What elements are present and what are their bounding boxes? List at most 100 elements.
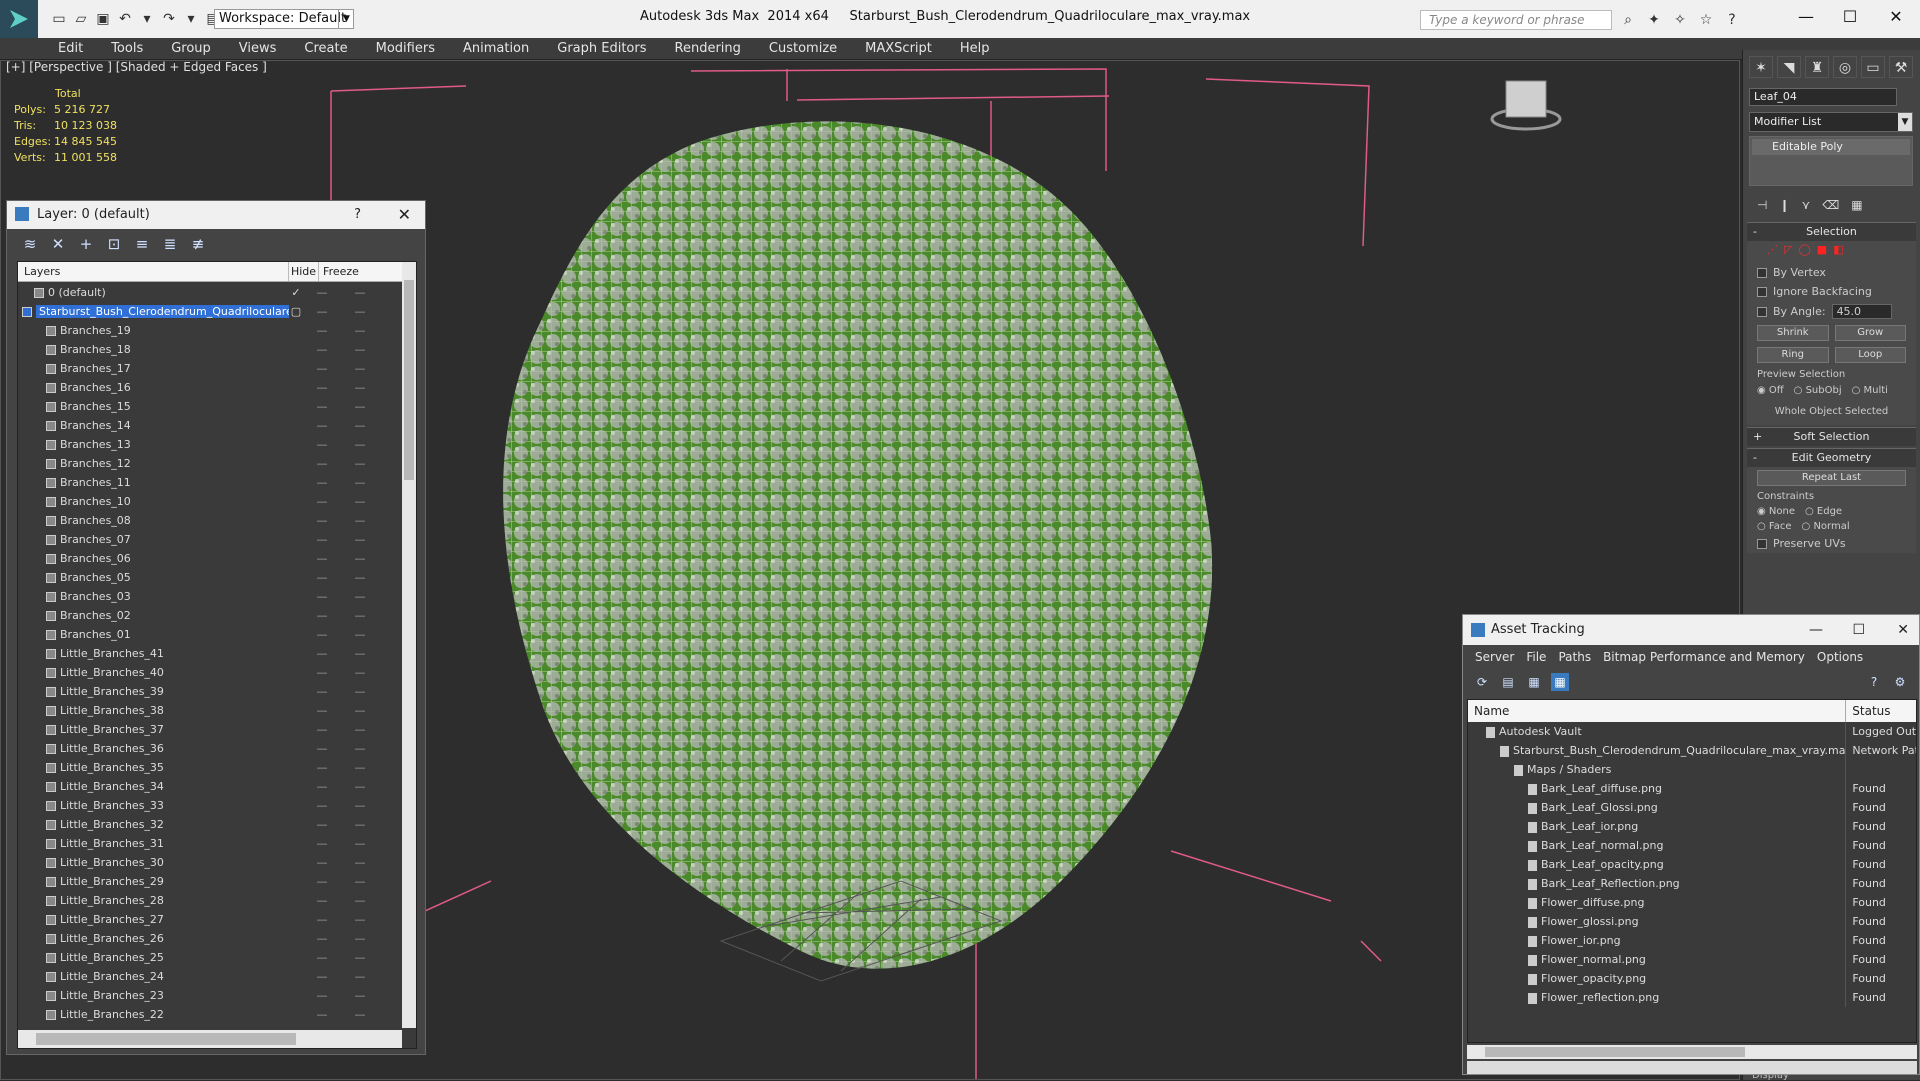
constraint-edge-radio[interactable]: Edge: [1805, 506, 1842, 517]
loop-button[interactable]: Loop: [1834, 347, 1906, 363]
layer-name-cell[interactable]: Little_Branches_31: [18, 834, 289, 853]
current-layer-marker[interactable]: [289, 568, 303, 587]
layer-row[interactable]: 0 (default) ✓ — —: [18, 283, 402, 302]
hide-toggle[interactable]: —: [303, 720, 341, 739]
current-layer-marker[interactable]: [289, 435, 303, 454]
layer-row[interactable]: Branches_05 — —: [18, 568, 402, 587]
layer-name-cell[interactable]: Little_Branches_30: [18, 853, 289, 872]
layer-name-cell[interactable]: Branches_11: [18, 473, 289, 492]
grow-button[interactable]: Grow: [1834, 325, 1906, 341]
scrollbar-thumb[interactable]: [404, 280, 414, 480]
hide-toggle[interactable]: —: [303, 663, 341, 682]
current-layer-marker[interactable]: [289, 340, 303, 359]
hide-toggle[interactable]: —: [303, 454, 341, 473]
redo-icon[interactable]: ↷: [160, 10, 178, 28]
column-layers[interactable]: Layers: [18, 262, 289, 281]
freeze-toggle[interactable]: —: [341, 720, 379, 739]
layer-row[interactable]: Branches_12 — —: [18, 454, 402, 473]
freeze-toggle[interactable]: —: [341, 1005, 379, 1024]
hide-all-icon[interactable]: ≣: [161, 235, 179, 253]
remove-modifier-icon[interactable]: ⌫: [1822, 198, 1839, 212]
layer-name-cell[interactable]: Branches_02: [18, 606, 289, 625]
current-layer-marker[interactable]: [289, 454, 303, 473]
freeze-toggle[interactable]: —: [341, 777, 379, 796]
layer-row[interactable]: Little_Branches_34 — —: [18, 777, 402, 796]
by-vertex-checkbox[interactable]: By Vertex: [1747, 263, 1916, 282]
layer-name-cell[interactable]: Branches_14: [18, 416, 289, 435]
layer-name-cell[interactable]: Little_Branches_40: [18, 663, 289, 682]
hide-toggle[interactable]: —: [303, 511, 341, 530]
hide-toggle[interactable]: —: [303, 872, 341, 891]
minimize-button[interactable]: —: [1786, 4, 1826, 30]
undo-icon[interactable]: ↶: [116, 10, 134, 28]
menu-animation[interactable]: Animation: [449, 38, 543, 59]
layer-row[interactable]: Little_Branches_31 — —: [18, 834, 402, 853]
edge-level-icon[interactable]: ◸: [1784, 243, 1792, 261]
delete-layer-icon[interactable]: ✕: [49, 235, 67, 253]
hide-toggle[interactable]: —: [303, 340, 341, 359]
menu-group[interactable]: Group: [157, 38, 225, 59]
layer-row[interactable]: Little_Branches_24 — —: [18, 967, 402, 986]
freeze-toggle[interactable]: —: [341, 378, 379, 397]
highlight-layer-icon[interactable]: ≡: [133, 235, 151, 253]
modifier-stack-item[interactable]: Editable Poly: [1752, 139, 1910, 155]
hide-toggle[interactable]: —: [303, 967, 341, 986]
hide-toggle[interactable]: —: [303, 435, 341, 454]
layer-row[interactable]: Little_Branches_35 — —: [18, 758, 402, 777]
viewport-label[interactable]: [+] [Perspective ] [Shaded + Edged Faces…: [6, 60, 267, 74]
chevron-down-icon[interactable]: ▼: [1898, 113, 1912, 131]
repeat-last-button[interactable]: Repeat Last: [1757, 470, 1906, 486]
make-unique-icon[interactable]: ⋎: [1802, 198, 1811, 212]
search-input[interactable]: Type a keyword or phrase: [1420, 10, 1612, 30]
layer-name-cell[interactable]: 0 (default): [18, 283, 289, 302]
favorites-star-icon[interactable]: ☆: [1696, 10, 1716, 30]
create-tab-icon[interactable]: ✶: [1749, 56, 1773, 78]
layer-row[interactable]: Branches_14 — —: [18, 416, 402, 435]
layer-row[interactable]: Branches_15 — —: [18, 397, 402, 416]
current-layer-marker[interactable]: [289, 910, 303, 929]
hide-toggle[interactable]: —: [303, 948, 341, 967]
current-layer-marker[interactable]: [289, 606, 303, 625]
layer-name-cell[interactable]: Branches_07: [18, 530, 289, 549]
checkbox-box[interactable]: [1757, 267, 1767, 278]
layer-name-cell[interactable]: Branches_06: [18, 549, 289, 568]
preview-multi-radio[interactable]: Multi: [1852, 385, 1888, 396]
menu-modifiers[interactable]: Modifiers: [362, 38, 449, 59]
hide-toggle[interactable]: —: [303, 929, 341, 948]
current-layer-marker[interactable]: [289, 720, 303, 739]
current-layer-marker[interactable]: [289, 986, 303, 1005]
layer-row[interactable]: Branches_13 — —: [18, 435, 402, 454]
asset-name-cell[interactable]: Flower_normal.png: [1468, 950, 1847, 969]
asset-row[interactable]: Bark_Leaf_ior.png Found: [1468, 817, 1916, 836]
menu-help[interactable]: Help: [946, 38, 1004, 59]
hide-toggle[interactable]: —: [303, 321, 341, 340]
layer-row[interactable]: Branches_07 — —: [18, 530, 402, 549]
app-logo[interactable]: [0, 0, 38, 38]
checkbox-box[interactable]: [1757, 306, 1767, 317]
asset-row[interactable]: Flower_ior.png Found: [1468, 931, 1916, 950]
layer-row[interactable]: Little_Branches_40 — —: [18, 663, 402, 682]
current-layer-marker[interactable]: [289, 834, 303, 853]
layer-name-cell[interactable]: Little_Branches_24: [18, 967, 289, 986]
polygon-level-icon[interactable]: ■: [1817, 243, 1827, 261]
hide-toggle[interactable]: —: [303, 910, 341, 929]
border-level-icon[interactable]: ◯: [1798, 243, 1810, 261]
layer-name-cell[interactable]: Branches_05: [18, 568, 289, 587]
current-layer-marker[interactable]: [289, 701, 303, 720]
ignore-backfacing-checkbox[interactable]: Ignore Backfacing: [1747, 282, 1916, 301]
layer-row[interactable]: Little_Branches_33 — —: [18, 796, 402, 815]
asset-name-cell[interactable]: Autodesk Vault: [1468, 722, 1847, 741]
horizontal-scrollbar[interactable]: [1467, 1045, 1917, 1059]
layer-name-cell[interactable]: Little_Branches_38: [18, 701, 289, 720]
menu-options[interactable]: Options: [1811, 645, 1869, 669]
layer-row[interactable]: Branches_19 — —: [18, 321, 402, 340]
column-status[interactable]: Status: [1846, 700, 1916, 722]
modifier-list-dropdown[interactable]: Modifier List ▼: [1749, 112, 1913, 132]
current-layer-marker[interactable]: [289, 473, 303, 492]
layer-name-cell[interactable]: Branches_08: [18, 511, 289, 530]
layer-name-cell[interactable]: Branches_12: [18, 454, 289, 473]
asset-name-cell[interactable]: Flower_glossi.png: [1468, 912, 1847, 931]
layer-row[interactable]: Little_Branches_37 — —: [18, 720, 402, 739]
hide-toggle[interactable]: —: [303, 587, 341, 606]
freeze-toggle[interactable]: —: [341, 340, 379, 359]
